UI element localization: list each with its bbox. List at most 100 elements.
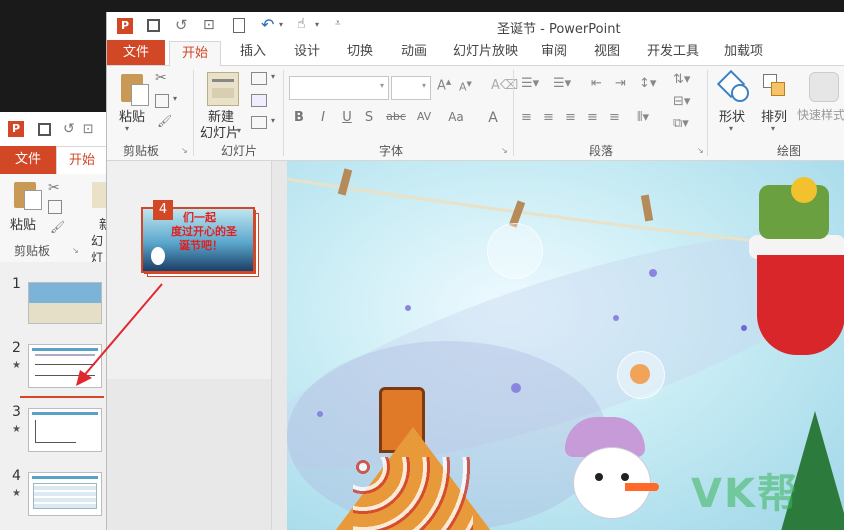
decrease-indent-icon[interactable]: ⇤ bbox=[591, 76, 602, 91]
new-slide-sublabel[interactable]: 幻灯片 bbox=[200, 122, 239, 141]
thumbnail-slide-1[interactable] bbox=[28, 282, 102, 324]
underline-button[interactable]: U bbox=[337, 110, 357, 126]
shadow-button[interactable]: S bbox=[359, 110, 379, 126]
section-icon[interactable] bbox=[251, 116, 267, 129]
quick-styles-icon[interactable] bbox=[809, 72, 839, 102]
redo-icon[interactable]: ↺ bbox=[175, 16, 188, 34]
increase-indent-icon[interactable]: ⇥ bbox=[615, 76, 626, 91]
numbering-icon[interactable]: ☰▾ bbox=[553, 76, 571, 91]
slide-canvas[interactable]: VK帮 bbox=[287, 161, 844, 530]
smartart-icon[interactable]: ⧉▾ bbox=[673, 116, 689, 131]
thumbnail-slide-3[interactable] bbox=[28, 408, 102, 452]
char-spacing-button[interactable]: AV bbox=[411, 110, 437, 126]
format-painter-icon[interactable]: 🖌 bbox=[157, 114, 172, 128]
paste-label[interactable]: 粘贴 bbox=[119, 106, 145, 125]
align-right-icon[interactable]: ≡ bbox=[565, 110, 576, 125]
back-undo-icon[interactable]: ↺ bbox=[63, 121, 75, 137]
new-document-icon[interactable] bbox=[233, 18, 245, 33]
tab-view[interactable]: 视图 bbox=[578, 38, 636, 66]
back-save-icon[interactable] bbox=[38, 122, 51, 136]
back-paste-label[interactable]: 粘贴 bbox=[10, 214, 36, 233]
increase-font-icon[interactable]: A▲ bbox=[437, 78, 451, 93]
back-thumbnail-pane: 1 2 ★ 3 ★ 4 ★ bbox=[0, 262, 108, 530]
font-color-button[interactable]: A bbox=[483, 110, 503, 126]
align-center-icon[interactable]: ≡ bbox=[543, 110, 554, 125]
tab-file[interactable]: 文件 bbox=[107, 40, 165, 65]
shapes-dropdown-icon[interactable]: ▾ bbox=[729, 124, 733, 133]
clear-formatting-icon[interactable]: A⌫ bbox=[491, 78, 518, 93]
back-paste-icon[interactable] bbox=[10, 180, 44, 210]
text-direction-icon[interactable]: ⇅▾ bbox=[673, 72, 690, 87]
arrange-icon[interactable] bbox=[761, 72, 789, 100]
distributed-icon[interactable]: ≡ bbox=[609, 110, 620, 125]
touch-dropdown-icon[interactable]: ▾ bbox=[315, 20, 319, 29]
back-clipboard-launcher-icon[interactable]: ↘ bbox=[72, 246, 79, 255]
reset-icon[interactable] bbox=[251, 94, 267, 107]
new-slide-dropdown-icon[interactable]: ▾ bbox=[237, 126, 241, 135]
columns-icon[interactable]: ⫴▾ bbox=[637, 110, 649, 125]
paragraph-launcher-icon[interactable]: ↘ bbox=[697, 146, 704, 155]
save-icon[interactable] bbox=[147, 19, 160, 32]
clipboard-launcher-icon[interactable]: ↘ bbox=[181, 146, 188, 155]
thumb-number: 4 bbox=[12, 468, 21, 484]
copy-dropdown-icon[interactable]: ▾ bbox=[173, 94, 177, 103]
cut-icon[interactable]: ✂ bbox=[155, 70, 167, 86]
font-name-dropdown[interactable]: ▾ bbox=[289, 76, 389, 100]
window-title: 圣诞节 - PowerPoint bbox=[497, 22, 621, 37]
justify-icon[interactable]: ≡ bbox=[587, 110, 598, 125]
shapes-icon[interactable] bbox=[716, 69, 749, 102]
change-case-button[interactable]: Aa bbox=[443, 110, 469, 126]
arrange-label[interactable]: 排列 bbox=[761, 106, 787, 125]
back-presenter-icon[interactable]: ⊡ bbox=[83, 122, 94, 137]
tab-review[interactable]: 审阅 bbox=[525, 38, 583, 66]
layout-dropdown-icon[interactable]: ▾ bbox=[271, 72, 275, 81]
shapes-label[interactable]: 形状 bbox=[719, 106, 745, 125]
undo-icon[interactable]: ↶ bbox=[261, 15, 274, 34]
align-text-icon[interactable]: ⊟▾ bbox=[673, 94, 690, 109]
arrange-dropdown-icon[interactable]: ▾ bbox=[771, 124, 775, 133]
tab-addins[interactable]: 加载项 bbox=[708, 38, 779, 66]
bold-button[interactable]: B bbox=[289, 110, 309, 126]
strikethrough-button[interactable]: abc bbox=[383, 110, 409, 126]
layout-icon[interactable] bbox=[251, 72, 267, 85]
back-tab-home[interactable]: 开始 bbox=[56, 146, 108, 174]
undo-dropdown-icon[interactable]: ▾ bbox=[279, 20, 283, 29]
tab-transitions[interactable]: 切换 bbox=[331, 38, 389, 66]
bullets-icon[interactable]: ☰▾ bbox=[521, 76, 539, 91]
thumbnail-pane-lower bbox=[107, 379, 271, 530]
line-spacing-icon[interactable]: ↕▾ bbox=[639, 76, 656, 91]
tab-design[interactable]: 设计 bbox=[278, 38, 336, 66]
insertion-marker bbox=[20, 396, 104, 398]
group-drawing: 绘图 bbox=[777, 144, 802, 158]
tab-animations[interactable]: 动画 bbox=[385, 38, 443, 66]
italic-button[interactable]: I bbox=[313, 110, 333, 126]
copy-icon[interactable] bbox=[155, 94, 169, 108]
font-launcher-icon[interactable]: ↘ bbox=[501, 146, 508, 155]
new-slide-icon[interactable] bbox=[207, 72, 239, 106]
paste-dropdown-icon[interactable]: ▾ bbox=[125, 124, 129, 133]
thumbnail-slide-4[interactable] bbox=[28, 472, 102, 516]
tab-developer[interactable]: 开发工具 bbox=[631, 38, 715, 66]
customize-qat-icon[interactable]: ⩡ bbox=[335, 18, 341, 29]
quick-styles-label[interactable]: 快速样式 bbox=[797, 106, 844, 123]
font-size-dropdown[interactable]: ▾ bbox=[391, 76, 431, 100]
snow-dot-icon bbox=[405, 305, 411, 311]
slide-editing-area: VK帮 bbox=[272, 161, 844, 530]
touch-mode-icon[interactable]: ☝ bbox=[297, 16, 306, 32]
dragged-text-line: 诞节吧！ bbox=[179, 239, 223, 252]
section-dropdown-icon[interactable]: ▾ bbox=[271, 116, 275, 125]
tab-home[interactable]: 开始 bbox=[169, 41, 221, 67]
decrease-font-icon[interactable]: A▼ bbox=[459, 80, 472, 94]
paste-icon[interactable] bbox=[119, 72, 151, 106]
presenter-view-icon[interactable]: ⊡ bbox=[203, 17, 215, 33]
mini-snowman-icon bbox=[151, 247, 165, 265]
back-tab-file[interactable]: 文件 bbox=[0, 146, 57, 174]
back-copy-icon[interactable] bbox=[48, 200, 62, 214]
tab-slideshow[interactable]: 幻灯片放映 bbox=[437, 38, 534, 66]
back-cut-icon[interactable]: ✂ bbox=[48, 180, 60, 196]
align-left-icon[interactable]: ≡ bbox=[521, 110, 532, 125]
thumbnail-slide-2[interactable] bbox=[28, 344, 102, 388]
back-ribbon: 粘贴 ✂ 🖌 新 幻灯 剪贴板 ↘ bbox=[0, 174, 108, 265]
tab-insert[interactable]: 插入 bbox=[224, 38, 282, 66]
back-format-painter-icon[interactable]: 🖌 bbox=[50, 220, 65, 234]
